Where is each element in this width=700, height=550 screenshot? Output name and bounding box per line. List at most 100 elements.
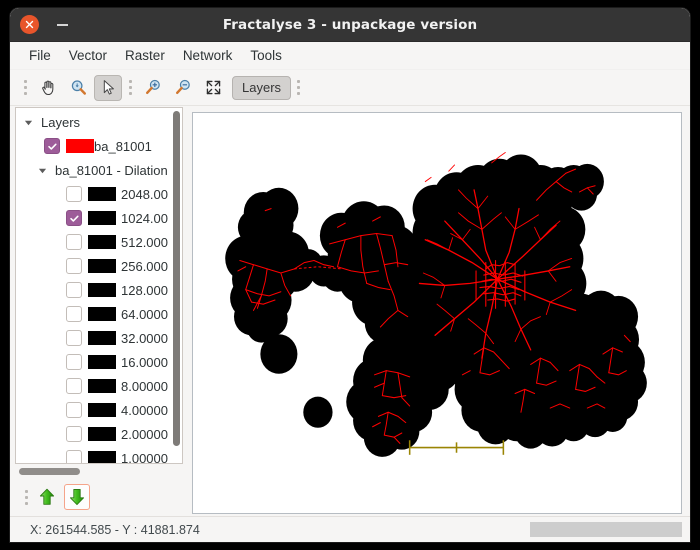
zoom-out-icon <box>174 78 193 97</box>
select-tool-button[interactable] <box>94 75 122 101</box>
layer-toolbar-drag-handle[interactable] <box>23 486 30 508</box>
color-swatch-ba81001 <box>66 139 94 153</box>
checkbox-dilation-4[interactable] <box>66 402 82 418</box>
toolbar-drag-handle-2[interactable] <box>127 77 134 99</box>
map-canvas[interactable] <box>192 112 682 514</box>
color-swatch-dilation <box>88 451 116 463</box>
scrollbar-thumb[interactable] <box>173 111 180 446</box>
tree-item-dilation[interactable]: 32.0000 <box>16 326 182 350</box>
zoom-in-icon <box>144 78 163 97</box>
menu-tools[interactable]: Tools <box>241 45 291 66</box>
layers-toggle-button[interactable]: Layers <box>232 76 291 100</box>
tree-group-dilation[interactable]: ba_81001 - Dilation <box>16 158 182 182</box>
checkbox-dilation-32[interactable] <box>66 330 82 346</box>
color-swatch-dilation <box>88 427 116 441</box>
color-swatch-dilation <box>88 259 116 273</box>
layer-tree-vertical-scrollbar[interactable] <box>173 111 180 460</box>
checkbox-dilation-256[interactable] <box>66 258 82 274</box>
checkbox-dilation-128[interactable] <box>66 282 82 298</box>
tree-item-ba81001[interactable]: ba_81001 <box>16 134 182 158</box>
tree-label-dilation: 1.00000 <box>121 451 168 464</box>
status-bar: X: 261544.585 - Y : 41881.874 <box>10 516 690 542</box>
map-render <box>193 113 681 513</box>
toolbar-drag-handle-1[interactable] <box>22 77 29 99</box>
check-icon <box>69 213 80 224</box>
tree-label-dilation: 2.00000 <box>121 427 168 442</box>
pan-tool-button[interactable] <box>34 75 62 101</box>
tree-item-dilation[interactable]: 64.0000 <box>16 302 182 326</box>
checkbox-dilation-2048[interactable] <box>66 186 82 202</box>
main-content: Layers ba_81001 <box>10 106 690 516</box>
chevron-down-icon[interactable] <box>20 114 36 130</box>
magnifier-icon <box>69 78 88 97</box>
map-area <box>188 106 690 516</box>
menu-raster[interactable]: Raster <box>116 45 174 66</box>
minimize-window-button[interactable] <box>51 14 73 36</box>
arrow-up-icon <box>37 487 57 507</box>
tree-item-dilation[interactable]: 2.00000 <box>16 422 182 446</box>
toolbar-drag-handle-3[interactable] <box>295 77 302 99</box>
checkbox-dilation-64[interactable] <box>66 306 82 322</box>
move-layer-down-button[interactable] <box>64 484 90 510</box>
checkbox-dilation-16[interactable] <box>66 354 82 370</box>
tree-item-dilation[interactable]: 2048.00 <box>16 182 182 206</box>
menu-network[interactable]: Network <box>174 45 242 66</box>
fit-extent-icon <box>204 78 223 97</box>
tree-item-dilation[interactable]: 1024.00 <box>16 206 182 230</box>
arrow-down-icon <box>67 487 87 507</box>
application-window: Fractalyse 3 - unpackage version File Ve… <box>10 8 690 542</box>
tree-item-dilation[interactable]: 16.0000 <box>16 350 182 374</box>
checkbox-dilation-1024[interactable] <box>66 210 82 226</box>
color-swatch-dilation <box>88 403 116 417</box>
tree-root-layers[interactable]: Layers <box>16 110 182 134</box>
scrollbar-thumb[interactable] <box>19 468 80 475</box>
tree-label-dilation: 16.0000 <box>121 355 168 370</box>
checkbox-dilation-8[interactable] <box>66 378 82 394</box>
tree-label-dilation: 256.000 <box>121 259 168 274</box>
tree-label-dilation: 4.00000 <box>121 403 168 418</box>
checkbox-dilation-2[interactable] <box>66 426 82 442</box>
coordinate-readout: X: 261544.585 - Y : 41881.874 <box>30 523 200 537</box>
chevron-down-icon-group[interactable] <box>34 162 50 178</box>
checkbox-dilation-1[interactable] <box>66 450 82 463</box>
menu-bar: File Vector Raster Network Tools <box>10 42 690 70</box>
tree-label-dilation: 8.00000 <box>121 379 168 394</box>
close-icon <box>25 20 34 29</box>
tree-item-dilation[interactable]: 512.000 <box>16 230 182 254</box>
tree-label-dilation: 64.0000 <box>121 307 168 322</box>
tree-label-ba81001: ba_81001 <box>94 139 152 154</box>
color-swatch-dilation <box>88 355 116 369</box>
checkbox-dilation-512[interactable] <box>66 234 82 250</box>
checkbox-ba81001[interactable] <box>44 138 60 154</box>
color-swatch-dilation <box>88 379 116 393</box>
menu-vector[interactable]: Vector <box>60 45 116 66</box>
tree-item-dilation[interactable]: 256.000 <box>16 254 182 278</box>
tree-label-dilation: 512.000 <box>121 235 168 250</box>
tree-root-label: Layers <box>41 115 80 130</box>
cursor-arrow-icon <box>99 78 118 97</box>
tree-item-dilation[interactable]: 128.000 <box>16 278 182 302</box>
hand-icon <box>39 78 58 97</box>
layer-tree-horizontal-scrollbar[interactable] <box>15 465 183 478</box>
tree-item-dilation[interactable]: 4.00000 <box>16 398 182 422</box>
zoom-rectangle-tool-button[interactable] <box>64 75 92 101</box>
move-layer-up-button[interactable] <box>34 484 60 510</box>
layer-tree-container: Layers ba_81001 <box>15 107 183 464</box>
tree-label-dilation: 128.000 <box>121 283 168 298</box>
zoom-out-button[interactable] <box>169 75 197 101</box>
zoom-to-extent-button[interactable] <box>199 75 227 101</box>
tree-item-dilation[interactable]: 8.00000 <box>16 374 182 398</box>
status-progress-bar <box>530 522 682 537</box>
tree-label-dilation: 2048.00 <box>121 187 168 202</box>
color-swatch-dilation <box>88 331 116 345</box>
color-swatch-dilation <box>88 283 116 297</box>
tree-group-label: ba_81001 - Dilation <box>55 163 168 178</box>
color-swatch-dilation <box>88 307 116 321</box>
window-title: Fractalyse 3 - unpackage version <box>10 17 690 33</box>
tree-item-dilation[interactable]: 1.00000 <box>16 446 182 463</box>
layers-panel: Layers ba_81001 <box>10 106 188 516</box>
zoom-in-button[interactable] <box>139 75 167 101</box>
tree-label-dilation: 32.0000 <box>121 331 168 346</box>
close-window-button[interactable] <box>20 15 39 34</box>
menu-file[interactable]: File <box>20 45 60 66</box>
